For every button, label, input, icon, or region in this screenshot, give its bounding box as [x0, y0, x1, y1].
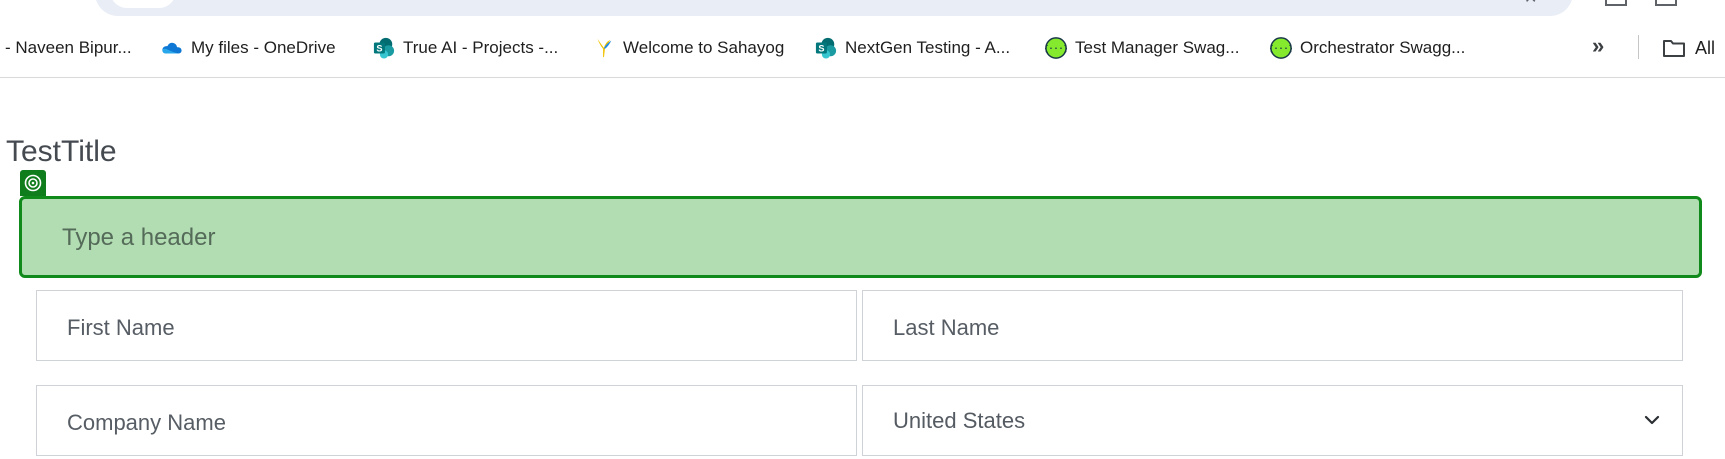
extensions-icon[interactable] — [1605, 0, 1627, 6]
bookmark-nextgen[interactable]: S NextGen Testing - A... — [815, 30, 1010, 66]
bookmark-label: NextGen Testing - A... — [845, 38, 1011, 57]
bookmarks-divider — [1638, 35, 1639, 59]
bookmark-sahayog[interactable]: Welcome to Sahayog — [593, 30, 784, 66]
header-section-badge[interactable] — [20, 170, 46, 196]
company-name-placeholder: Company Name — [67, 410, 226, 435]
svg-text:S: S — [376, 44, 382, 54]
bookmark-test-manager-swagger[interactable]: {···} Test Manager Swag... — [1045, 30, 1239, 66]
page-title: TestTitle — [6, 135, 117, 168]
bookmark-label: Orchestrator Swagg... — [1300, 38, 1466, 57]
svg-text:{···}: {···} — [1270, 43, 1292, 53]
svg-text:S: S — [818, 44, 824, 54]
toolbar-divider — [0, 77, 1725, 78]
country-selected-value: United States — [893, 408, 1026, 433]
bookmark-label: Test Manager Swag... — [1075, 38, 1240, 57]
bookmark-label: Welcome to Sahayog — [623, 38, 785, 57]
folder-icon — [1663, 40, 1685, 57]
last-name-field[interactable]: Last Name — [862, 290, 1683, 361]
bookmark-label: True AI - Projects -... — [403, 38, 559, 57]
clear-icon[interactable]: ✕ — [1524, 0, 1538, 7]
bookmarks-bar: - Naveen Bipur... My files - OneDrive S … — [0, 30, 1725, 66]
bookmark-true-ai[interactable]: S True AI - Projects -... — [373, 30, 558, 66]
sahayog-icon — [597, 38, 612, 58]
all-bookmarks-label: All — [1695, 37, 1716, 58]
bookmark-onedrive[interactable]: My files - OneDrive — [161, 30, 336, 66]
last-name-placeholder: Last Name — [893, 315, 1000, 340]
bookmark-naveen[interactable]: - Naveen Bipur... — [5, 30, 132, 66]
first-name-field[interactable]: First Name — [36, 290, 857, 361]
all-bookmarks-button[interactable]: All — [1662, 30, 1715, 66]
chevron-down-icon — [1644, 415, 1660, 425]
target-icon — [24, 174, 42, 192]
sharepoint-icon: S — [373, 37, 395, 59]
side-panel-icon[interactable] — [1655, 0, 1677, 6]
first-name-placeholder: First Name — [67, 315, 175, 340]
company-name-field[interactable]: Company Name — [36, 385, 857, 456]
header-input[interactable]: Type a header — [19, 196, 1702, 278]
bookmarks-overflow-icon[interactable]: » — [1592, 33, 1604, 59]
browser-toolbar: ✕ — [0, 0, 1725, 20]
svg-text:{···}: {···} — [1045, 43, 1067, 53]
bookmark-orchestrator-swagger[interactable]: {···} Orchestrator Swagg... — [1270, 30, 1465, 66]
onedrive-icon — [162, 42, 182, 54]
bookmark-label: - Naveen Bipur... — [5, 38, 132, 57]
header-placeholder: Type a header — [62, 224, 216, 251]
country-select[interactable]: United States — [862, 385, 1683, 456]
sharepoint-icon: S — [815, 37, 837, 59]
address-bar[interactable] — [95, 0, 1573, 16]
swagger-icon: {···} — [1270, 37, 1292, 59]
swagger-icon: {···} — [1045, 37, 1067, 59]
bookmark-label: My files - OneDrive — [191, 38, 336, 57]
